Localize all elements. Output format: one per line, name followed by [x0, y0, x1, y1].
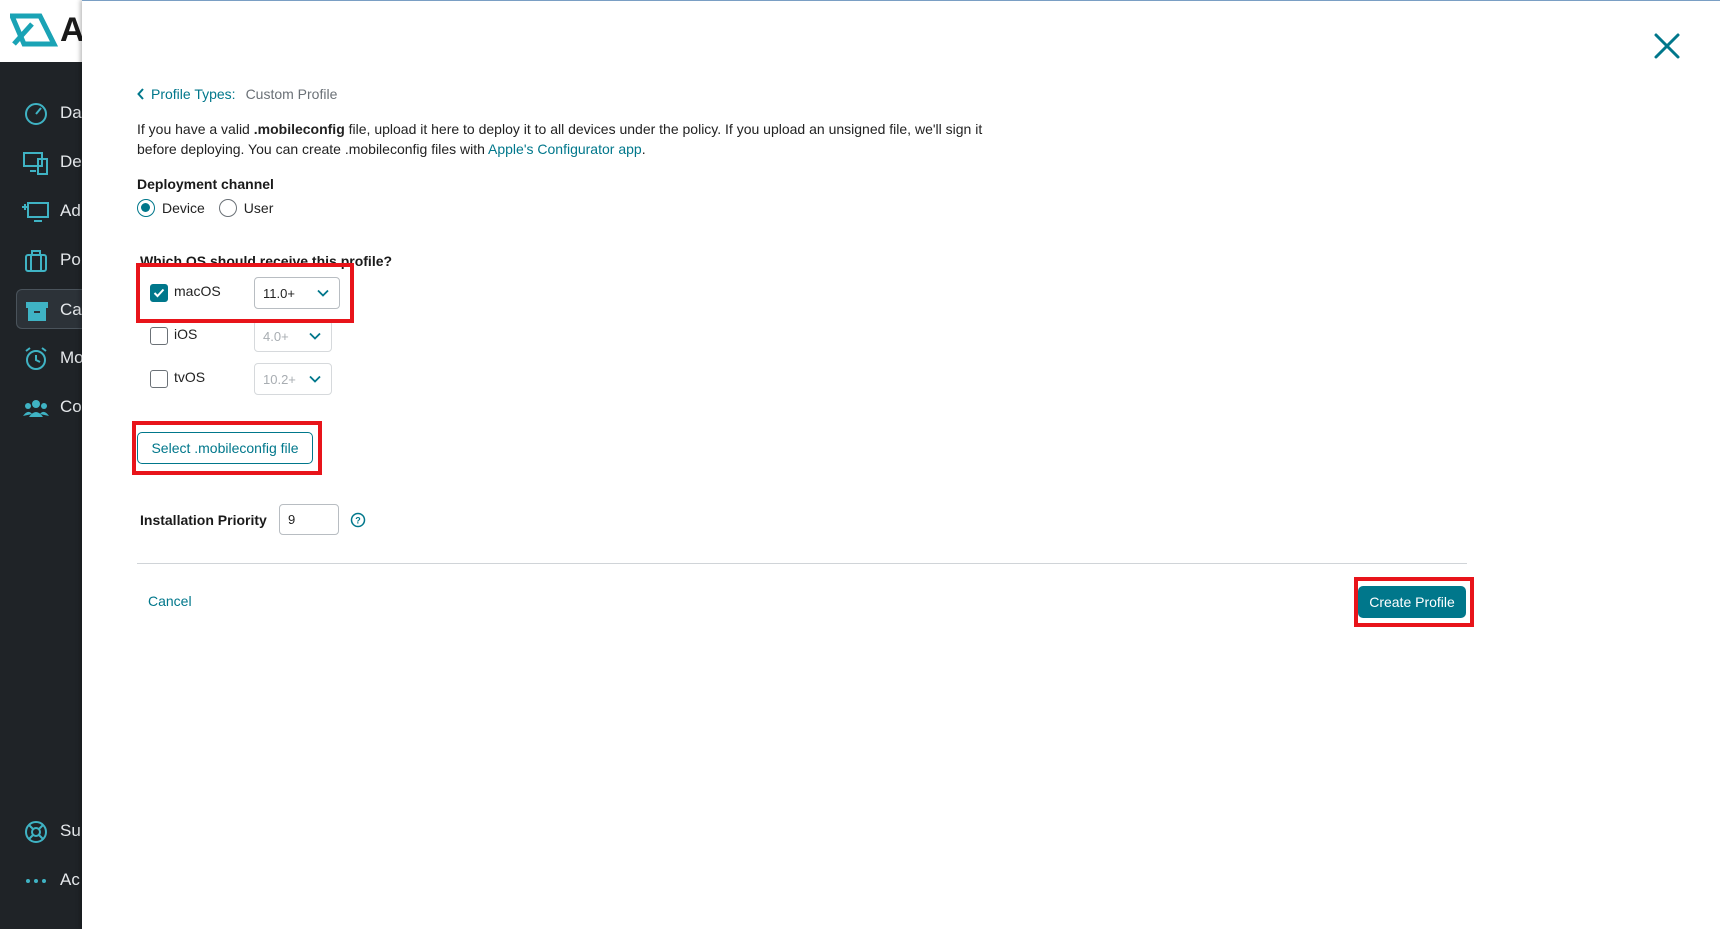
os-question-label: Which OS should receive this profile? [140, 253, 393, 269]
sidebar-item-add-devices[interactable]: Ad [0, 191, 82, 231]
sidebar-item-catalog[interactable]: Ca [16, 289, 82, 329]
configurator-app-link[interactable]: Apple's Configurator app [488, 141, 642, 157]
sidebar-item-devices[interactable]: De [0, 142, 82, 182]
more-dots-icon [26, 879, 46, 883]
briefcase-icon [25, 250, 47, 272]
gauge-icon [25, 103, 47, 125]
footer-divider [137, 563, 1467, 564]
sidebar-item-label: Mo [60, 348, 84, 367]
radio-device-label: Device [162, 200, 205, 216]
sidebar-item-support[interactable]: Su [0, 811, 82, 851]
sidebar-item-label: Co [60, 397, 82, 416]
tvos-version-value: 10.2+ [263, 371, 296, 387]
ios-checkbox[interactable] [150, 327, 168, 345]
chevron-down-icon [309, 375, 321, 383]
select-mobileconfig-button[interactable]: Select .mobileconfig file [137, 432, 313, 464]
app-header: A [0, 0, 85, 62]
profile-description: If you have a valid .mobileconfig file, … [137, 119, 997, 159]
checkmark-icon [153, 288, 165, 298]
alarm-clock-icon [25, 347, 47, 370]
os-row-tvos: tvOS 10.2+ [150, 363, 332, 395]
radio-device[interactable] [137, 199, 155, 217]
description-text: . [641, 141, 646, 157]
app-sidebar [0, 0, 82, 929]
sidebar-item-label: Po [60, 250, 81, 269]
sidebar-item-label: Su [60, 821, 81, 840]
tvos-checkbox[interactable] [150, 370, 168, 388]
app-logo-text: A [60, 11, 85, 49]
macos-version-select[interactable]: 11.0+ [254, 277, 340, 309]
macos-version-value: 11.0+ [263, 285, 295, 301]
breadcrumb-current: Custom Profile [245, 86, 338, 102]
sidebar-item-monitoring[interactable]: Mo [0, 338, 84, 378]
breadcrumb-back-link[interactable]: Profile Types: [137, 86, 236, 102]
chevron-down-icon [317, 289, 329, 297]
description-bold: .mobileconfig [253, 121, 345, 137]
tvos-version-select[interactable]: 10.2+ [254, 363, 332, 395]
lifebuoy-icon [25, 821, 47, 843]
cancel-button[interactable]: Cancel [148, 593, 192, 609]
svg-text:?: ? [355, 516, 361, 526]
create-profile-button[interactable]: Create Profile [1358, 586, 1466, 618]
description-text: If you have a valid [137, 121, 254, 137]
chevron-left-icon [137, 88, 144, 100]
help-icon[interactable]: ? [350, 512, 366, 528]
custom-profile-drawer: Profile Types: Custom Profile If you hav… [82, 0, 1720, 929]
chevron-down-icon [309, 332, 321, 340]
radio-user[interactable] [218, 199, 237, 217]
users-icon [23, 400, 49, 417]
sidebar-item-policies[interactable]: Po [0, 240, 82, 280]
installation-priority-label: Installation Priority [140, 512, 267, 528]
devices-icon [23, 152, 48, 175]
os-row-macos: macOS 11.0+ [150, 277, 340, 309]
os-row-ios: iOS 4.0+ [150, 320, 332, 352]
macos-checkbox[interactable] [150, 284, 168, 302]
deployment-channel-label: Deployment channel [137, 176, 274, 192]
close-icon[interactable] [1650, 29, 1684, 63]
ios-label: iOS [174, 326, 198, 342]
app-logo-icon [10, 13, 58, 47]
deployment-channel-radio-group: Device User [137, 199, 287, 217]
archive-icon [26, 302, 48, 321]
tvos-label: tvOS [174, 369, 206, 385]
sidebar-item-label: Ca [60, 300, 82, 319]
sidebar-item-label: Ad [60, 201, 81, 220]
ios-version-select[interactable]: 4.0+ [254, 320, 332, 352]
installation-priority-input[interactable] [279, 504, 339, 535]
sidebar-item-account[interactable]: Ac [0, 860, 82, 900]
macos-label: macOS [174, 283, 221, 299]
add-device-icon [22, 202, 49, 222]
breadcrumb-back-label: Profile Types: [151, 86, 236, 102]
sidebar-item-label: Ac [60, 870, 80, 889]
ios-version-value: 4.0+ [263, 328, 289, 344]
sidebar-item-label: Da [60, 103, 82, 122]
sidebar-item-dashboard[interactable]: Da [0, 93, 82, 133]
breadcrumb: Profile Types: Custom Profile [137, 86, 337, 102]
sidebar-item-label: De [60, 152, 82, 171]
radio-user-label: User [243, 200, 274, 216]
sidebar-item-contacts[interactable]: Co [0, 387, 82, 427]
